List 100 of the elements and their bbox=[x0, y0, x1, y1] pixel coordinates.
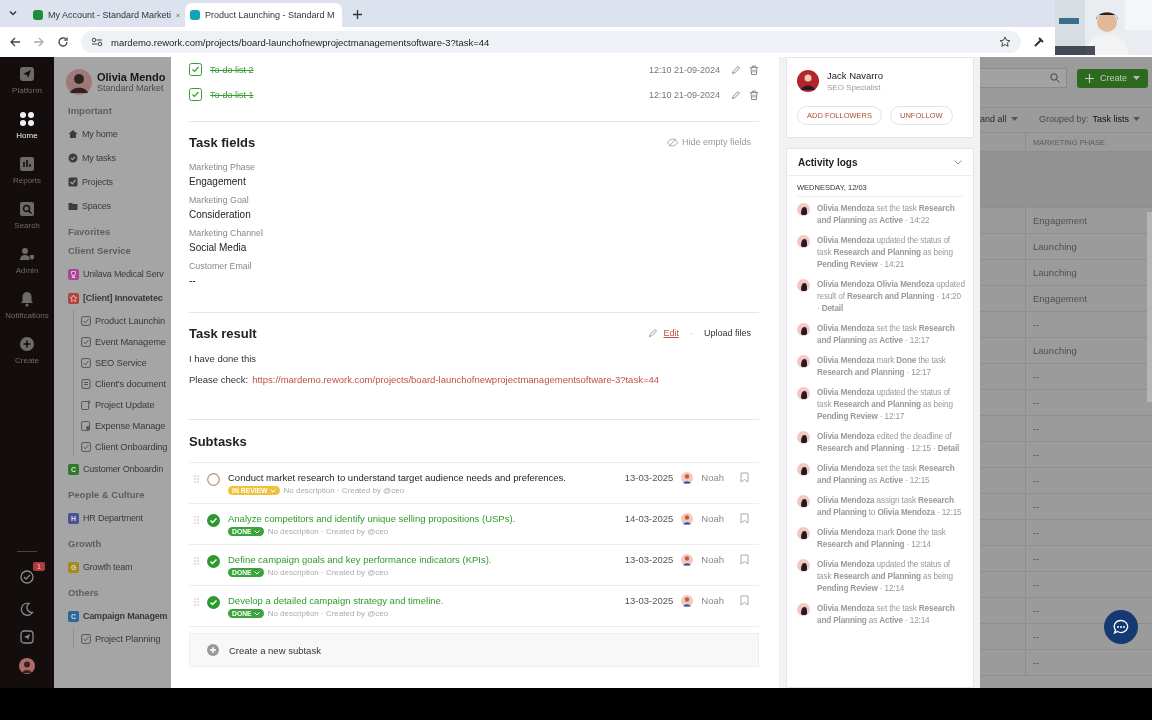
task-link[interactable]: https://mardemo.rework.com/projects/board-launchofnewprojectmanagementsoftware-3?task=44 bbox=[252, 374, 659, 385]
result-text: I have done this bbox=[189, 353, 258, 364]
sidebar-item[interactable]: Project Planning bbox=[81, 628, 171, 649]
moon-icon[interactable] bbox=[20, 602, 34, 616]
chat-button[interactable] bbox=[1104, 610, 1138, 644]
edit-link[interactable]: Edit bbox=[663, 328, 679, 338]
bookmark-icon[interactable] bbox=[740, 554, 749, 565]
table-cell-text: Launching bbox=[1032, 241, 1077, 252]
admin-icon[interactable] bbox=[19, 246, 35, 262]
follower-name: Jack Navarro bbox=[827, 70, 883, 81]
send-icon[interactable] bbox=[19, 66, 35, 82]
subtask-meta: No description · Created by @ceo bbox=[267, 527, 389, 536]
bookmark-icon[interactable] bbox=[740, 513, 749, 524]
browser-tab[interactable]: Product Launching - Standard M bbox=[185, 3, 342, 27]
sidebar-item[interactable]: Product Launchin bbox=[81, 310, 171, 331]
user-avatar bbox=[797, 559, 810, 572]
hide-empty-fields-link[interactable]: Hide empty fields bbox=[666, 137, 751, 147]
trash-icon[interactable] bbox=[749, 89, 759, 100]
done-check-icon[interactable] bbox=[207, 555, 220, 568]
user-avatar[interactable] bbox=[19, 658, 35, 674]
activity-entry: Olivia Mendoza mark Done the task Research and Planning · 12:14 bbox=[817, 527, 947, 551]
sidebar-item[interactable]: My home bbox=[68, 122, 171, 146]
nav-item[interactable]: Home bbox=[0, 111, 54, 156]
sidebar-item[interactable]: [Client] Innovatetec bbox=[68, 286, 171, 310]
subtask-title[interactable]: Analyze competitors and identify unique selling propositions (USPs). bbox=[228, 513, 617, 524]
browser-tab[interactable]: My Account - Standard Marketi bbox=[28, 3, 185, 27]
sidebar-item[interactable]: Unilava Medical Serv bbox=[68, 262, 171, 286]
chat-icon bbox=[1113, 619, 1129, 635]
plus-icon[interactable] bbox=[19, 336, 35, 352]
todo-time: 12:10 21-09-2024 bbox=[648, 89, 720, 100]
sidebar-item[interactable]: Project Update bbox=[81, 394, 171, 415]
edit-icon[interactable] bbox=[731, 89, 741, 100]
edit-icon[interactable] bbox=[731, 64, 741, 75]
sidebar-item[interactable]: Client's document bbox=[81, 373, 171, 394]
table-cell-text: -- bbox=[1032, 527, 1040, 538]
grid-icon[interactable] bbox=[19, 111, 35, 127]
extension-icon[interactable] bbox=[1033, 36, 1045, 48]
sidebar-item[interactable]: Event Manageme bbox=[81, 331, 171, 352]
todo-time: 12:10 21-09-2024 bbox=[648, 64, 720, 75]
activity-entry: Olivia Mendoza assign task Research and Planning to Olivia Mendoza · 12:15 bbox=[817, 495, 963, 519]
status-circle-icon[interactable] bbox=[207, 473, 220, 486]
create-button[interactable]: Create bbox=[1077, 68, 1148, 88]
activity-entry: Olivia Mendoza updated the status of task Research and Planning as being Pending Review · 14:21 bbox=[817, 235, 954, 271]
todo-checkbox[interactable] bbox=[189, 88, 202, 101]
search-icon[interactable] bbox=[19, 201, 35, 217]
search-field[interactable] bbox=[980, 68, 1067, 88]
bookmark-star-icon[interactable] bbox=[999, 36, 1011, 48]
sidebar-item[interactable]: Client Onboarding bbox=[81, 436, 171, 457]
back-icon[interactable] bbox=[9, 36, 21, 48]
user-avatar bbox=[797, 431, 810, 444]
reload-icon[interactable] bbox=[57, 36, 69, 48]
upload-files-button[interactable]: Upload files bbox=[703, 328, 751, 338]
tab-list-icon[interactable] bbox=[8, 8, 18, 18]
drag-handle-icon[interactable] bbox=[194, 475, 199, 483]
sidebar-item[interactable]: Spaces bbox=[68, 194, 171, 218]
bell-icon[interactable] bbox=[19, 291, 35, 307]
nav-item[interactable]: Notifications bbox=[0, 291, 54, 336]
bookmark-icon[interactable] bbox=[740, 595, 749, 606]
activity-entry: Olivia Mendoza set the task Research and Planning as Active · 12:15 bbox=[817, 463, 956, 487]
new-tab-icon[interactable] bbox=[352, 9, 363, 20]
user-avatar bbox=[797, 203, 810, 216]
sidebar-item[interactable]: Expense Manage bbox=[81, 415, 171, 436]
activity-entry: Olivia Mendoza edited the deadline of Research and Planning · 12:15 · Detail bbox=[817, 431, 961, 455]
document-icon bbox=[81, 378, 91, 389]
nav-item[interactable]: Admin bbox=[0, 246, 54, 291]
send-icon[interactable] bbox=[20, 630, 34, 644]
trash-icon[interactable] bbox=[749, 64, 759, 75]
field-value: -- bbox=[189, 275, 197, 286]
address-bar[interactable]: mardemo.rework.com/projects/board-launchofnewprojectmanagementsoftware-3?task=44 bbox=[81, 31, 1021, 53]
create-subtask-button[interactable]: Create a new subtask bbox=[189, 633, 759, 667]
edit-icon[interactable] bbox=[648, 328, 659, 338]
close-icon[interactable] bbox=[176, 11, 180, 19]
group-by-dropdown[interactable]: Grouped by: Task lists bbox=[1038, 114, 1140, 124]
done-check-icon[interactable] bbox=[207, 514, 220, 527]
nav-item[interactable]: Search bbox=[0, 201, 54, 246]
task-list-icon bbox=[81, 336, 91, 347]
forward-icon[interactable] bbox=[33, 36, 45, 48]
sidebar-item[interactable]: My tasks bbox=[68, 146, 171, 170]
drag-handle-icon[interactable] bbox=[194, 557, 199, 565]
nav-item[interactable]: Platform bbox=[0, 66, 54, 111]
due-date: 14-03-2025 bbox=[624, 513, 674, 524]
bookmark-icon[interactable] bbox=[740, 472, 749, 483]
task-list-icon bbox=[81, 357, 91, 368]
drag-handle-icon[interactable] bbox=[194, 598, 199, 606]
field-label: Customer Email bbox=[189, 261, 253, 271]
done-check-icon[interactable] bbox=[207, 596, 220, 609]
expand-all-dropdown[interactable]: and all bbox=[980, 114, 1018, 124]
todo-checkbox[interactable] bbox=[189, 63, 202, 76]
drag-handle-icon[interactable] bbox=[194, 516, 199, 524]
sidebar-item[interactable]: Projects bbox=[68, 170, 171, 194]
subtask-title[interactable]: Conduct market research to understand target audience needs and preferences. bbox=[228, 472, 617, 483]
subtask-title[interactable]: Define campaign goals and key performance indicators (KPIs). bbox=[228, 554, 617, 565]
chevron-down-icon[interactable] bbox=[954, 159, 962, 165]
nav-item[interactable]: Reports bbox=[0, 156, 54, 201]
table-cell-text: -- bbox=[1032, 631, 1040, 642]
subtask-title[interactable]: Develop a detailed campaign strategy and timeline. bbox=[228, 595, 617, 606]
tasks-check-icon[interactable] bbox=[20, 570, 34, 584]
sidebar-item[interactable]: SEO Service bbox=[81, 352, 171, 373]
nav-item[interactable]: Create bbox=[0, 336, 54, 381]
bar-chart-icon[interactable] bbox=[19, 156, 35, 172]
